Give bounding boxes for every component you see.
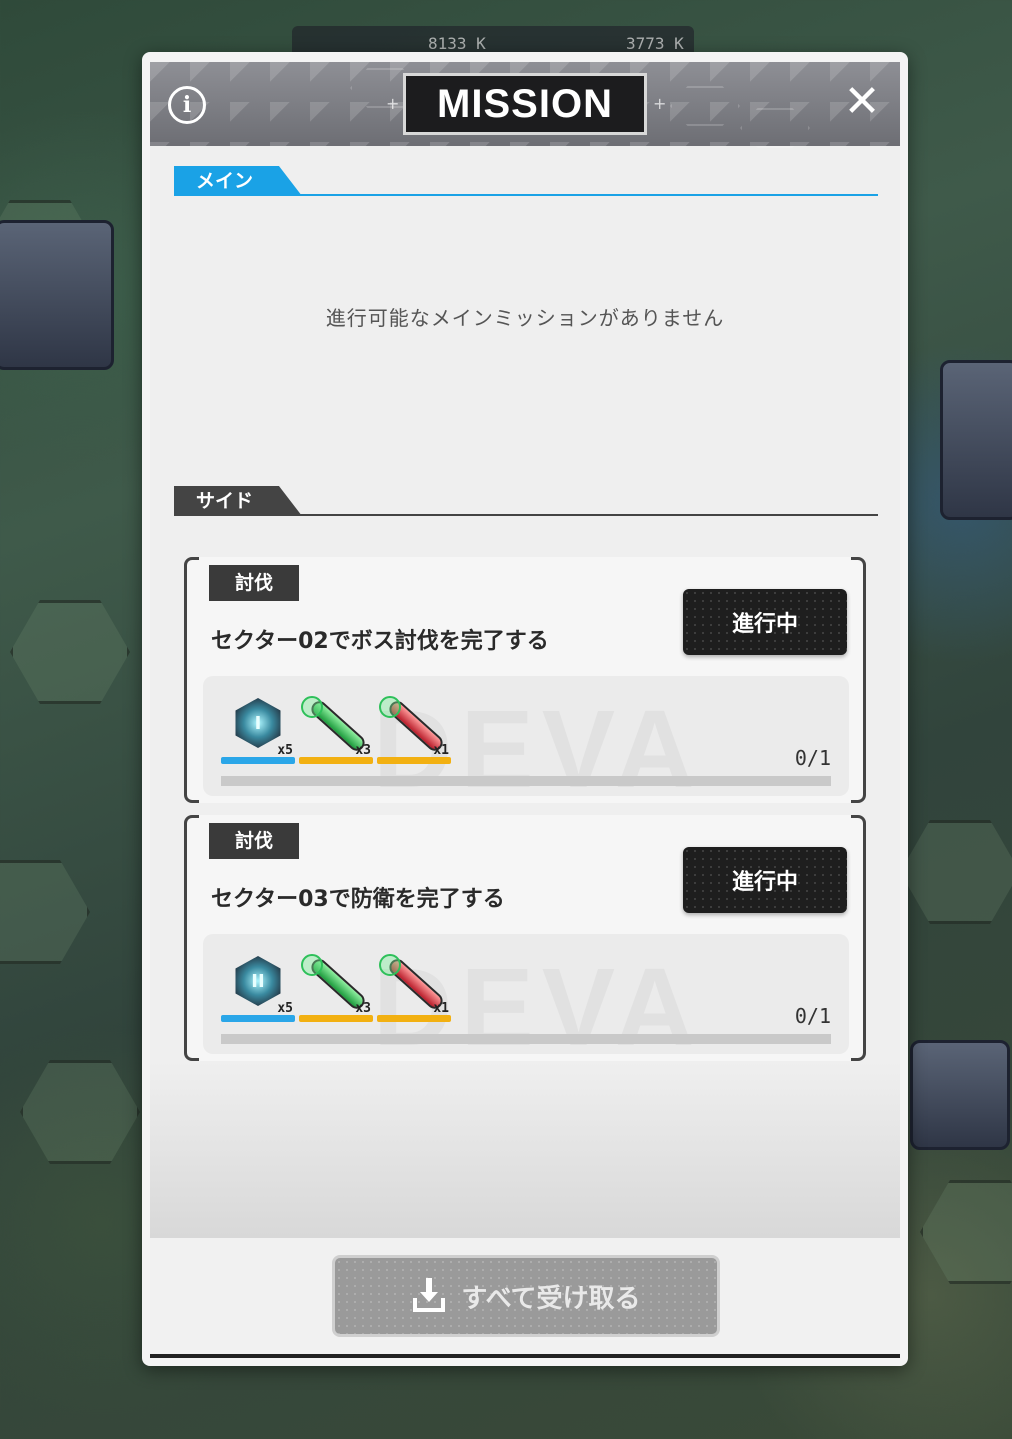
- main-section-header: メイン: [174, 166, 878, 196]
- map-building: [910, 1040, 1010, 1150]
- mission-status-button[interactable]: 進行中: [683, 847, 847, 913]
- reward-panel: DEVA I x5 x3 x1 0/1: [203, 676, 849, 796]
- reward-item[interactable]: II x5: [221, 950, 295, 1022]
- dialog-header: i + MISSION + ✕: [150, 62, 900, 148]
- reward-item[interactable]: x1: [377, 692, 451, 764]
- claim-all-button[interactable]: すべて受け取る: [332, 1255, 720, 1337]
- mission-progress-text: 0/1: [794, 746, 831, 770]
- reward-rarity-bar: [299, 1015, 373, 1022]
- mission-progress-bar: [221, 776, 831, 786]
- side-section-tab: サイド: [174, 486, 302, 516]
- header-hex-decoration: [670, 86, 740, 126]
- side-section-header: サイド: [174, 486, 878, 516]
- mission-progress-bar: [221, 1034, 831, 1044]
- download-icon: [411, 1278, 447, 1314]
- mission-status-button[interactable]: 進行中: [683, 589, 847, 655]
- dialog-bottom-background: [150, 1062, 900, 1238]
- reward-rarity-bar: [377, 757, 451, 764]
- mission-card: 討伐 セクター02でボス討伐を完了する 進行中 DEVA I x5 x3 x1: [184, 557, 866, 803]
- claim-all-label: すべて受け取る: [461, 1283, 641, 1314]
- reward-rarity-bar: [377, 1015, 451, 1022]
- main-section-tab: メイン: [174, 166, 302, 196]
- title-box: MISSION: [403, 73, 647, 135]
- close-icon[interactable]: ✕: [840, 80, 884, 124]
- reward-rarity-bar: [221, 757, 295, 764]
- resource-value-1: 8133 K: [428, 34, 486, 53]
- reward-count: x3: [355, 743, 371, 758]
- reward-rarity-bar: [299, 757, 373, 764]
- reward-rarity-bar: [221, 1015, 295, 1022]
- mission-description: セクター03で防衛を完了する: [211, 887, 505, 912]
- tube-cap-icon: [379, 954, 401, 976]
- info-icon[interactable]: i: [168, 86, 206, 124]
- map-building: [0, 220, 114, 370]
- map-hex-tile: [900, 820, 1012, 924]
- dialog-title: MISSION: [437, 81, 613, 126]
- resource-value-2: 3773 K: [626, 34, 684, 53]
- reward-item[interactable]: x3: [299, 950, 373, 1022]
- reward-item[interactable]: I x5: [221, 692, 295, 764]
- reward-count: x1: [433, 1001, 449, 1016]
- main-empty-message: 進行可能なメインミッションがありません: [325, 306, 725, 330]
- mission-tag: 討伐: [209, 823, 299, 859]
- map-hex-tile: [920, 1180, 1012, 1284]
- map-building: [940, 360, 1012, 520]
- dialog-bottom-border: [150, 1354, 900, 1358]
- tube-cap-icon: [301, 696, 323, 718]
- reward-count: x3: [355, 1001, 371, 1016]
- title-plus-left: +: [386, 94, 400, 113]
- header-hex-decoration: [740, 108, 810, 148]
- tube-cap-icon: [301, 954, 323, 976]
- map-hex-tile: [0, 860, 90, 964]
- map-hex-tile: [10, 600, 130, 704]
- crystal-icon: I: [235, 698, 281, 748]
- map-hex-tile: [20, 1060, 140, 1164]
- mission-card: 討伐 セクター03で防衛を完了する 進行中 DEVA II x5 x3 x1: [184, 815, 866, 1061]
- mission-description: セクター02でボス討伐を完了する: [211, 629, 549, 654]
- tube-cap-icon: [379, 696, 401, 718]
- mission-progress-text: 0/1: [794, 1004, 831, 1028]
- reward-count: x1: [433, 743, 449, 758]
- reward-panel: DEVA II x5 x3 x1 0/1: [203, 934, 849, 1054]
- mission-dialog: i + MISSION + ✕ メイン 進行可能なメインミッションがありません …: [150, 62, 900, 1356]
- title-plus-right: +: [653, 94, 667, 113]
- reward-count: x5: [277, 1001, 293, 1016]
- reward-item[interactable]: x3: [299, 692, 373, 764]
- reward-count: x5: [277, 743, 293, 758]
- mission-tag: 討伐: [209, 565, 299, 601]
- reward-item[interactable]: x1: [377, 950, 451, 1022]
- crystal-icon: II: [235, 956, 281, 1006]
